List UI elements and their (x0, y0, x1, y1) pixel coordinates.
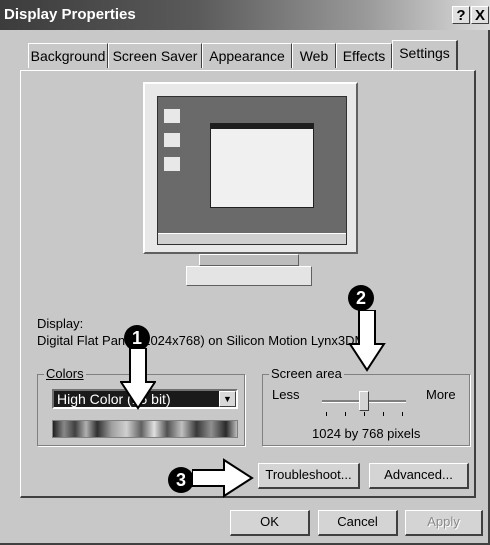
ok-button[interactable]: OK (230, 510, 310, 536)
slider-less-label: Less (272, 387, 300, 402)
monitor-base (186, 266, 312, 286)
slider-tick (345, 412, 346, 416)
cancel-button[interactable]: Cancel (318, 510, 398, 536)
troubleshoot-button[interactable]: Troubleshoot... (258, 463, 360, 489)
title-bar: Display Properties ? X (0, 0, 490, 30)
tab-settings[interactable]: Settings (392, 40, 458, 70)
desktop-icon (164, 109, 180, 123)
color-palette-bar (52, 420, 238, 438)
monitor-neck (199, 254, 299, 266)
slider-tick (402, 412, 403, 416)
slider-tick (326, 412, 327, 416)
tab-effects[interactable]: Effects (336, 43, 392, 68)
chevron-down-icon[interactable]: ▼ (219, 391, 236, 407)
resolution-text: 1024 by 768 pixels (312, 426, 421, 441)
display-properties-window: Display Properties ? X Background Screen… (0, 0, 490, 545)
slider-tick (364, 412, 365, 416)
tab-web[interactable]: Web (292, 43, 336, 68)
callout-badge: 3 (168, 467, 194, 493)
preview-taskbar (158, 233, 346, 244)
down-arrow-icon (348, 310, 386, 372)
down-arrow-icon (120, 348, 156, 410)
monitor-preview (143, 82, 358, 254)
display-label: Display: (37, 316, 84, 331)
slider-more-label: More (426, 387, 456, 402)
close-button[interactable]: X (471, 6, 489, 24)
callout-badge: 2 (348, 285, 374, 311)
window-title: Display Properties (4, 6, 136, 23)
monitor-screen (157, 96, 347, 245)
screen-area-slider-thumb[interactable] (359, 391, 369, 411)
apply-button[interactable]: Apply (405, 510, 483, 536)
display-adapter-text: Digital Flat Panel (1024x768) on Silicon… (37, 333, 366, 348)
screen-area-group-label: Screen area (269, 366, 344, 381)
colors-group-label: Colors (44, 366, 86, 381)
preview-window (210, 123, 314, 208)
slider-tick (383, 412, 384, 416)
tab-background[interactable]: Background (28, 43, 108, 68)
desktop-icon (164, 133, 180, 147)
help-button[interactable]: ? (452, 6, 470, 24)
desktop-icon (164, 157, 180, 171)
advanced-button[interactable]: Advanced... (369, 463, 469, 489)
right-arrow-icon (192, 458, 254, 498)
tab-appearance[interactable]: Appearance (202, 43, 292, 68)
tab-screen-saver[interactable]: Screen Saver (108, 43, 202, 68)
